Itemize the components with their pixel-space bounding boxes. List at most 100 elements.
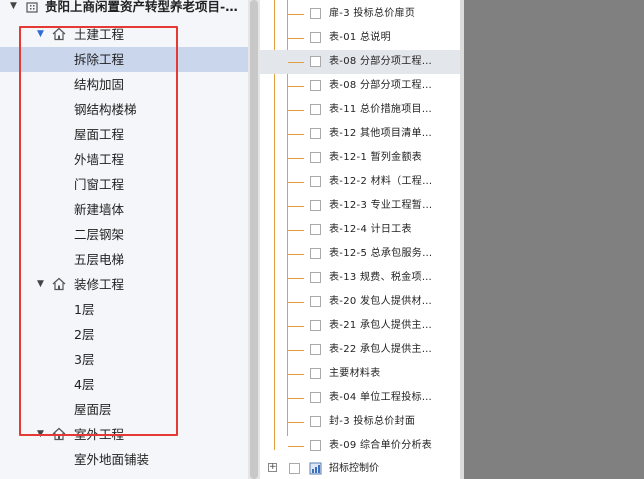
report-item[interactable]: 表-12-3 专业工程暂…: [260, 194, 460, 218]
checkbox[interactable]: [310, 392, 321, 403]
checkbox[interactable]: [310, 320, 321, 331]
report-item[interactable]: 表-04 单位工程投标…: [260, 386, 460, 410]
project-tree-panel: ▼ 贵阳上商闲置资产转型养老项目-… ▼ 土建工程 拆除工程 结构加固 钢结构楼…: [0, 0, 248, 479]
checkbox[interactable]: [310, 8, 321, 19]
report-item[interactable]: 表-11 总价措施项目…: [260, 98, 460, 122]
checkbox[interactable]: [310, 104, 321, 115]
tree-item-label: 3层: [74, 352, 95, 367]
checkbox[interactable]: [310, 440, 321, 451]
tree-connector-tick: [288, 350, 304, 351]
scrollbar-thumb[interactable]: [250, 0, 258, 479]
checkbox[interactable]: [310, 176, 321, 187]
tree-group-decoration[interactable]: ▼ 装修工程: [0, 272, 248, 297]
report-item[interactable]: 表-08 分部分项工程…: [260, 50, 460, 74]
tree-item[interactable]: 室外地面铺装: [0, 447, 248, 472]
report-item[interactable]: 表-09 综合单价分析表: [260, 434, 460, 458]
tree-item-label: 五层电梯: [74, 252, 125, 267]
report-item[interactable]: 表-12-2 材料（工程…: [260, 170, 460, 194]
report-item-label: 表-01 总说明: [329, 32, 391, 43]
checkbox[interactable]: [310, 344, 321, 355]
tree-item[interactable]: 屋面工程: [0, 122, 248, 147]
tree-item[interactable]: 五层电梯: [0, 247, 248, 272]
report-item[interactable]: 表-12-5 总承包服务…: [260, 242, 460, 266]
tree-item[interactable]: 1层: [0, 297, 248, 322]
tree-item-label: 4层: [74, 377, 95, 392]
tree-item[interactable]: 新建墙体: [0, 197, 248, 222]
checkbox[interactable]: [310, 200, 321, 211]
expand-plus-icon[interactable]: +: [268, 463, 277, 472]
report-item[interactable]: 表-08 分部分项工程…: [260, 74, 460, 98]
report-item-label: 表-09 综合单价分析表: [329, 440, 433, 451]
caret-down-icon[interactable]: ▼: [37, 22, 44, 47]
report-item-label: 表-08 分部分项工程…: [329, 80, 433, 91]
checkbox[interactable]: [310, 224, 321, 235]
tree-group-civil[interactable]: ▼ 土建工程: [0, 22, 248, 47]
tree-item[interactable]: 4层: [0, 372, 248, 397]
tree-connector-tick: [288, 62, 304, 63]
report-item-label: 表-12-3 专业工程暂…: [329, 200, 433, 211]
report-item[interactable]: 表-01 总说明: [260, 26, 460, 50]
report-item-label: 表-12-2 材料（工程…: [329, 176, 433, 187]
tree-item[interactable]: 2层: [0, 322, 248, 347]
group-label: 土建工程: [74, 27, 125, 42]
preview-area: [464, 0, 644, 479]
report-node-bid-control[interactable]: + 招标控制价: [260, 458, 460, 479]
report-item[interactable]: 表-12-1 暂列金额表: [260, 146, 460, 170]
tree-connector-tick: [288, 326, 304, 327]
report-item[interactable]: 表-22 承包人提供主…: [260, 338, 460, 362]
tree-connector-tick: [288, 230, 304, 231]
tree-connector-tick: [288, 86, 304, 87]
report-item-label: 表-21 承包人提供主…: [329, 320, 433, 331]
tree-connector-tick: [288, 38, 304, 39]
tree-item[interactable]: 门窗工程: [0, 172, 248, 197]
tree-item[interactable]: 钢结构楼梯: [0, 97, 248, 122]
report-item[interactable]: 表-21 承包人提供主…: [260, 314, 460, 338]
tree-group-outdoor[interactable]: ▼ 室外工程: [0, 422, 248, 447]
report-item-label: 表-08 分部分项工程…: [329, 56, 433, 67]
caret-down-icon[interactable]: ▼: [37, 272, 44, 297]
caret-down-icon[interactable]: ▼: [37, 422, 44, 447]
tree-connector-tick: [288, 134, 304, 135]
report-item[interactable]: 表-13 规费、税金项…: [260, 266, 460, 290]
tree-connector-tick: [288, 110, 304, 111]
report-item[interactable]: 扉-3 投标总价扉页: [260, 2, 460, 26]
report-item[interactable]: 表-20 发包人提供材…: [260, 290, 460, 314]
checkbox[interactable]: [310, 56, 321, 67]
tree-item-label: 2层: [74, 327, 95, 342]
report-item-label: 表-04 单位工程投标…: [329, 392, 433, 403]
report-item[interactable]: 主要材料表: [260, 362, 460, 386]
home-icon: [52, 277, 66, 291]
tree-item-label: 新建墙体: [74, 202, 125, 217]
tree-item-selected[interactable]: 拆除工程: [0, 47, 248, 72]
tree-connector-tick: [288, 374, 304, 375]
checkbox[interactable]: [310, 32, 321, 43]
tree-scrollbar[interactable]: [248, 0, 260, 479]
tree-root-project[interactable]: ▼ 贵阳上商闲置资产转型养老项目-…: [0, 0, 248, 19]
tree-item[interactable]: 3层: [0, 347, 248, 372]
report-item-label: 封-3 投标总价封面: [329, 416, 416, 427]
tree-item[interactable]: 二层钢架: [0, 222, 248, 247]
checkbox[interactable]: [310, 152, 321, 163]
checkbox[interactable]: [289, 463, 300, 474]
tree-item-label: 二层钢架: [74, 227, 125, 242]
tree-connector-tick: [288, 422, 304, 423]
tree-item[interactable]: 屋面层: [0, 397, 248, 422]
checkbox[interactable]: [310, 296, 321, 307]
tree-item[interactable]: 外墙工程: [0, 147, 248, 172]
tree-item[interactable]: 结构加固: [0, 72, 248, 97]
report-item[interactable]: 封-3 投标总价封面: [260, 410, 460, 434]
tree-connector-tick: [288, 158, 304, 159]
checkbox[interactable]: [310, 272, 321, 283]
report-item[interactable]: 表-12 其他项目清单…: [260, 122, 460, 146]
caret-down-icon[interactable]: ▼: [10, 0, 17, 19]
tree-connector-tick: [288, 254, 304, 255]
report-item-label: 表-12-5 总承包服务…: [329, 248, 433, 259]
home-icon: [52, 27, 66, 41]
checkbox[interactable]: [310, 80, 321, 91]
checkbox[interactable]: [310, 128, 321, 139]
checkbox[interactable]: [310, 416, 321, 427]
checkbox[interactable]: [310, 368, 321, 379]
report-item[interactable]: 表-12-4 计日工表: [260, 218, 460, 242]
group-label: 室外工程: [74, 427, 125, 442]
checkbox[interactable]: [310, 248, 321, 259]
